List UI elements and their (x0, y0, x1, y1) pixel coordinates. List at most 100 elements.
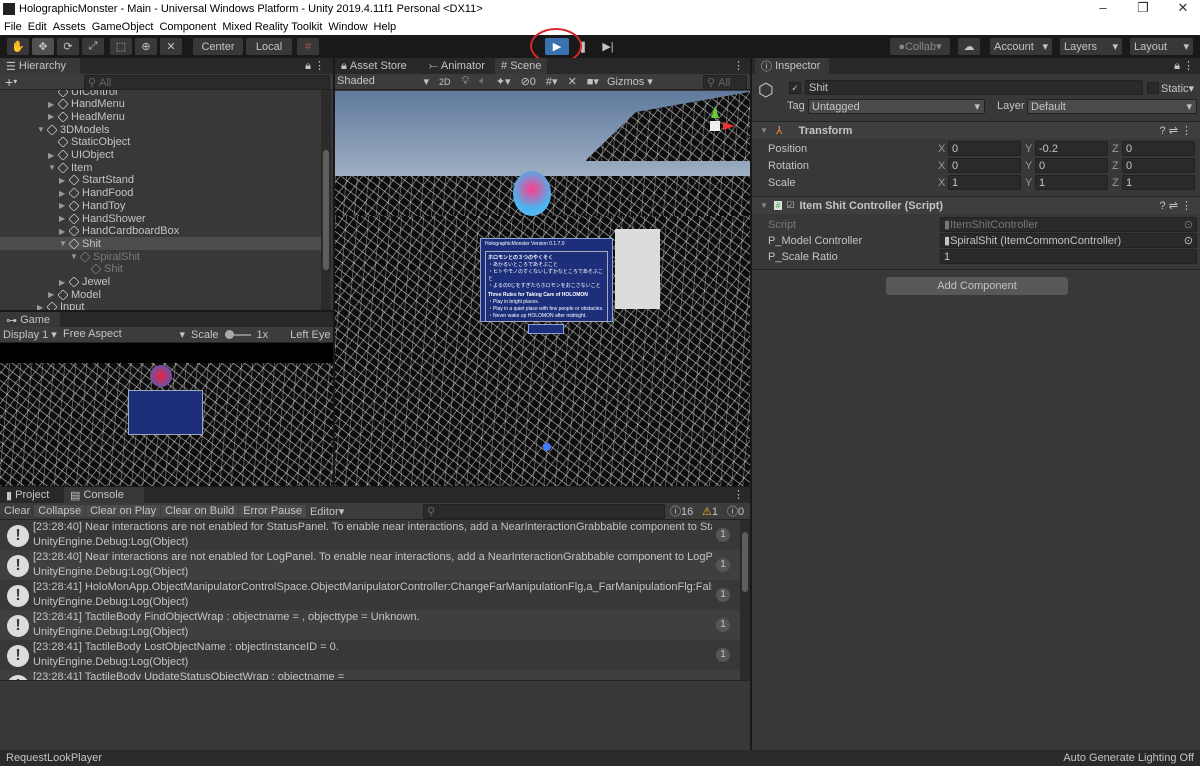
hierarchy-item[interactable]: ▶ UIObject (0, 149, 321, 162)
console-log-entry[interactable]: ! [23:28:41] HoloMonApp.ObjectManipulator… (0, 580, 740, 610)
2d-toggle[interactable]: 2D (439, 77, 451, 87)
hierarchy-item[interactable]: Shit (0, 263, 321, 276)
scale-tool-icon[interactable]: ⤢ (82, 38, 104, 55)
grid-icon[interactable]: #▾ (546, 75, 558, 88)
menu-edit[interactable]: Edit (28, 21, 47, 33)
scene-view[interactable]: HolographicMonster Version 0.1.7.0 ホロモンと… (335, 91, 750, 486)
script-component-header[interactable]: ▼ # ☑ Item Shit Controller (Script) ? ⇌ ⋮ (752, 196, 1200, 214)
scene-search-input[interactable]: ⚲ All (703, 75, 747, 90)
clear-on-build-button[interactable]: Clear on Build (161, 505, 239, 517)
tab-game[interactable]: ⊶ Game (0, 312, 60, 328)
game-view[interactable] (0, 343, 333, 486)
static-checkbox[interactable] (1147, 82, 1159, 94)
expand-arrow-icon[interactable]: ▶ (59, 227, 69, 236)
expand-arrow-icon[interactable]: ▼ (48, 163, 58, 172)
tab-animator[interactable]: ⤚ Animator (423, 58, 491, 74)
menu-help[interactable]: Help (374, 21, 397, 33)
more-icon[interactable]: ⋮ (733, 59, 744, 72)
expand-arrow-icon[interactable]: ▶ (48, 112, 58, 121)
transform-position-x-input[interactable]: 0 (948, 141, 1021, 156)
menu-assets[interactable]: Assets (53, 21, 86, 33)
info-count-toggle[interactable]: ⓘ16 (670, 503, 693, 519)
clear-button[interactable]: Clear (0, 505, 34, 517)
warning-count-toggle[interactable]: ⚠1 (702, 505, 718, 518)
menu-gameobject[interactable]: GameObject (92, 21, 154, 33)
hierarchy-item[interactable]: ▶ StartStand (0, 174, 321, 187)
menu-component[interactable]: Component (159, 21, 216, 33)
console-log-entry[interactable]: ! [23:28:40] Near interactions are not en… (0, 520, 740, 550)
expand-arrow-icon[interactable]: ▶ (59, 201, 69, 210)
tab-inspector[interactable]: ⓘ Inspector (755, 58, 829, 74)
transform-position-y-input[interactable]: -0.2 (1035, 141, 1108, 156)
transform-position-z-input[interactable]: 0 (1122, 141, 1195, 156)
transform-rotation-z-input[interactable]: 0 (1122, 158, 1195, 173)
collapse-button[interactable]: Collapse (34, 505, 86, 517)
aspect-dropdown[interactable]: Free Aspect ▾ (63, 328, 191, 341)
transform-scale-z-input[interactable]: 1 (1122, 175, 1195, 190)
editor-dropdown[interactable]: Editor▾ (306, 505, 348, 518)
expand-arrow-icon[interactable]: ▼ (59, 239, 69, 248)
error-pause-button[interactable]: Error Pause (239, 505, 306, 517)
menu-mrtk[interactable]: Mixed Reality Toolkit (222, 21, 322, 33)
transform-rotation-y-input[interactable]: 0 (1035, 158, 1108, 173)
expand-arrow-icon[interactable]: ▶ (59, 176, 69, 185)
cloud-icon[interactable]: ☁ (958, 38, 980, 55)
tab-scene[interactable]: # Scene (495, 58, 548, 74)
add-component-button[interactable]: Add Component (886, 277, 1068, 295)
account-dropdown[interactable]: Account ▾ (990, 38, 1052, 55)
object-picker-icon[interactable]: ⊙ (1184, 234, 1193, 247)
hierarchy-item[interactable]: ▶ HandFood (0, 187, 321, 200)
gizmos-dropdown[interactable]: Gizmos ▾ (607, 75, 653, 88)
console-log-entry[interactable]: ! [23:28:41] TactileBody FindObjectWrap :… (0, 610, 740, 640)
expand-arrow-icon[interactable]: ▶ (48, 100, 58, 109)
component-menu-icons[interactable]: ? ⇌ ⋮ (1160, 124, 1192, 137)
hierarchy-item[interactable]: ▶ HandCardboardBox (0, 225, 321, 238)
rect-tool-icon[interactable]: ⬚ (110, 38, 132, 55)
hierarchy-scrollbar[interactable] (323, 150, 329, 270)
hidden-objects-toggle[interactable]: ⊘0 (521, 75, 536, 88)
expand-arrow-icon[interactable]: ▶ (59, 278, 69, 287)
pivot-handle[interactable] (543, 443, 551, 451)
pivot-space-toggle[interactable]: Local (246, 38, 292, 55)
move-tool-icon[interactable]: ✥ (32, 38, 54, 55)
script-menu-icons[interactable]: ? ⇌ ⋮ (1160, 199, 1192, 212)
hierarchy-search-input[interactable]: ⚲ All (84, 75, 330, 90)
lighting-icon[interactable]: 💡︎ (462, 75, 470, 88)
rotate-tool-icon[interactable]: ⟳ (57, 38, 79, 55)
hierarchy-item[interactable]: ▶ Jewel (0, 276, 321, 289)
scale-ratio-input[interactable]: 1 (940, 249, 1197, 264)
hierarchy-item[interactable]: ▼ Item (0, 161, 321, 174)
static-dropdown[interactable]: Static▾ (1161, 82, 1194, 95)
script-enabled-checkbox[interactable]: ☑ (786, 200, 794, 211)
camera-icon[interactable]: ■▾ (587, 75, 599, 88)
expand-arrow-icon[interactable]: ▶ (48, 290, 58, 299)
custom-tool-icon[interactable]: ✕ (160, 38, 182, 55)
tools-icon[interactable]: ✕ (568, 75, 577, 88)
hierarchy-item[interactable]: ▼ 3DModels (0, 123, 321, 136)
model-controller-field[interactable]: ▮ SpiralShit (ItemCommonController) ⊙ (940, 233, 1197, 248)
snap-icon[interactable]: # (297, 38, 319, 55)
active-checkbox[interactable]: ✓ (789, 82, 801, 94)
object-name-input[interactable]: Shit (805, 80, 1143, 95)
menu-window[interactable]: Window (328, 21, 367, 33)
expand-arrow-icon[interactable]: ▶ (48, 151, 58, 160)
effects-icon[interactable]: ✦▾ (496, 75, 511, 88)
console-log-entry[interactable]: ![23:28:41] TactileBody UpdateStatusObje… (0, 670, 740, 680)
console-scrollbar[interactable] (742, 532, 748, 592)
layout-dropdown[interactable]: Layout ▾ (1130, 38, 1193, 55)
transform-rotation-x-input[interactable]: 0 (948, 158, 1021, 173)
transform-header[interactable]: ▼ ⅄ Transform ? ⇌ ⋮ (752, 121, 1200, 139)
expand-arrow-icon[interactable]: ▼ (70, 252, 80, 261)
console-log-entry[interactable]: ! [23:28:40] Near interactions are not en… (0, 550, 740, 580)
hierarchy-item[interactable]: ▶ Model (0, 288, 321, 301)
expand-arrow-icon[interactable]: ▼ (37, 125, 47, 134)
audio-icon[interactable]: 🔈︎ (479, 75, 486, 88)
status-message[interactable]: RequestLookPlayer (6, 752, 102, 764)
error-count-toggle[interactable]: ⓘ0 (727, 503, 744, 519)
tab-hierarchy[interactable]: ☰ Hierarchy (0, 58, 80, 74)
transform-tool-icon[interactable]: ⊕ (135, 38, 157, 55)
tab-console[interactable]: ▤ Console (64, 487, 144, 503)
add-button[interactable]: + (5, 74, 13, 90)
console-more-icon[interactable]: ⋮ (733, 488, 744, 501)
collab-button[interactable]: ● Collab ▾ (890, 38, 950, 55)
